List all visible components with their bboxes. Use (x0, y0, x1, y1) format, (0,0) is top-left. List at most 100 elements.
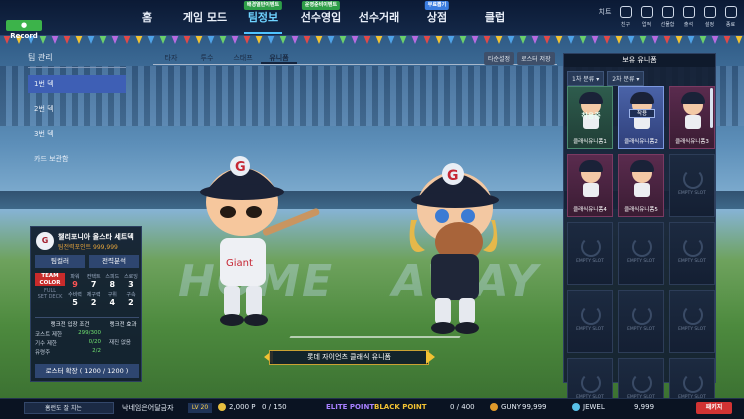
empty-slot[interactable]: EMPTY SLOT (567, 222, 613, 285)
stat-label: 파워 (70, 274, 80, 280)
ranked-condition: 코스트 제한 299/300 (35, 330, 101, 338)
cheat-button[interactable]: 치트 (596, 6, 614, 18)
nav-item-1[interactable]: 게임 모드 (176, 6, 234, 30)
uniform-slot[interactable]: 클래식유니폼5 (618, 154, 664, 217)
sidebar-title: 팀 관리 (28, 52, 126, 68)
jewel-label: JEWEL (572, 403, 605, 411)
laurel-icon (632, 305, 652, 325)
uniform-name-bar: 롯데 자이언츠 클래식 유니폼 (269, 350, 429, 365)
top-navigation-bar: ● Record 홈 게임 모드 팀정보 배경열반이벤트 선수영입 운영준비이벤트 선수거래… (0, 0, 744, 40)
stat-value: 2 (90, 298, 97, 307)
team-deck-card: G 챌리포니아 올스타 세트덱 팀전력포인트 999,999 팀컬러 전력분석 … (30, 226, 142, 382)
top-icon-4[interactable]: 출석 (679, 6, 698, 28)
main-nav: 홈 게임 모드 팀정보 배경열반이벤트 선수영입 운영준비이벤트 선수거래 상점 무료뽑기 클럽 (118, 1, 524, 34)
condition-label: 기수 제한 (35, 341, 57, 347)
nav-item-2[interactable]: 팀정보 배경열반이벤트 (234, 1, 292, 34)
owned-uniform-panel: 보유 유니폼 1차 분류 ▾ 2차 분류 ▾ 착용중 클래식유니폼1 착용 클래식유니… (563, 53, 716, 419)
jewel-amount: 9,999 (634, 403, 655, 411)
top-icon-glyph (661, 6, 674, 18)
filter-primary[interactable]: 1차 분류 ▾ (567, 71, 605, 86)
nav-label: 클럽 (484, 11, 506, 24)
laurel-icon (581, 305, 601, 325)
nav-item-5[interactable]: 상점 무료뽑기 (408, 1, 466, 30)
sidebar-item-deck-0[interactable]: 1번 덱 (28, 75, 126, 93)
stat-label: 스로잉 (124, 274, 138, 280)
top-icon-2[interactable]: 업적 (637, 6, 656, 28)
character-body (583, 183, 599, 197)
empty-slot[interactable]: EMPTY SLOT (567, 290, 613, 353)
character-cap (630, 92, 654, 104)
tab-3[interactable]: 유니폼 (261, 53, 297, 64)
empty-slot[interactable]: EMPTY SLOT (618, 290, 664, 353)
empty-slot[interactable]: EMPTY SLOT (669, 222, 715, 285)
uniform-slot[interactable]: 클래식유니폼4 (567, 154, 613, 217)
home-player-character: G Giant (200, 156, 320, 326)
empty-slot-label: EMPTY SLOT (678, 327, 706, 332)
top-icon-3[interactable]: 선물함 (658, 6, 677, 28)
equip-tag: 착용 (629, 109, 655, 118)
record-button[interactable]: ● Record (6, 20, 42, 40)
stat-label: 수비력 (68, 292, 82, 298)
stat-label: 스피드 (105, 274, 120, 280)
package-button[interactable]: 패키지 (696, 402, 732, 414)
uniform-slot[interactable]: 착용클래식유니폼2 (618, 86, 664, 149)
top-icon-glyph (640, 6, 653, 18)
tab-1[interactable]: 투수 (189, 53, 225, 64)
tab-0[interactable]: 타자 (153, 53, 189, 64)
uniform-name: 클래식유니폼2 (624, 139, 658, 145)
sidebar-item-deck-2[interactable]: 3번 덱 (28, 125, 126, 143)
nav-label: 선수거래 (358, 11, 400, 24)
power-analysis-button[interactable]: 전력분석 (89, 255, 139, 268)
team-color-badge: TEAM COLOR (35, 273, 65, 286)
top-icon-6[interactable]: 종료 (721, 6, 740, 28)
next-uniform-arrow[interactable] (426, 350, 435, 364)
uniform-name: 클래식유니폼1 (573, 139, 607, 145)
laurel-icon (632, 237, 652, 257)
laurel-icon (683, 305, 703, 325)
top-icon-5[interactable]: 설정 (700, 6, 719, 28)
top-icon-label: 종료 (725, 22, 736, 28)
uniform-slot[interactable]: 착용중클래식유니폼1 (567, 86, 613, 149)
empty-slot[interactable]: EMPTY SLOT (618, 222, 664, 285)
nav-item-0[interactable]: 홈 (118, 6, 176, 30)
nav-label: 게임 모드 (182, 11, 228, 24)
away-player-character: G (409, 163, 499, 334)
empty-slot-label: EMPTY SLOT (627, 259, 655, 264)
empty-slot[interactable]: EMPTY SLOT (669, 290, 715, 353)
empty-slot-label: EMPTY SLOT (576, 327, 604, 332)
character-cap (579, 92, 603, 104)
laurel-icon (581, 373, 601, 393)
team-color-button[interactable]: 팀컬러 (35, 255, 85, 268)
svg-text:G: G (235, 160, 246, 175)
stat-value: 8 (109, 280, 116, 289)
sidebar-item-deck-3[interactable]: 카드 보관함 (28, 150, 126, 168)
level-badge: LV 20 (188, 403, 212, 413)
card-divider (35, 317, 139, 318)
character-body (685, 115, 701, 129)
nav-item-6[interactable]: 클럽 (466, 6, 524, 30)
nav-item-3[interactable]: 선수영입 운영준비이벤트 (292, 1, 350, 30)
empty-slot[interactable]: EMPTY SLOT (669, 154, 715, 217)
character-body (634, 183, 650, 197)
chat-button[interactable]: 홈런도 잘 치는 (24, 402, 114, 414)
nav-item-4[interactable]: 선수거래 (350, 6, 408, 30)
top-icon-label: 선물함 (660, 22, 675, 28)
stat-value: 5 (72, 298, 78, 307)
inventory-scrollbar[interactable] (710, 88, 713, 128)
top-icon-1[interactable]: 친구 (616, 6, 635, 28)
uniform-slot[interactable]: 클래식유니폼3 (669, 86, 715, 149)
tab-2[interactable]: 스태프 (225, 53, 261, 64)
batting-order-button[interactable]: 타순설정 (484, 52, 515, 65)
filter-secondary[interactable]: 2차 분류 ▾ (607, 71, 645, 86)
condition-value: 2/2 (92, 348, 101, 354)
roster-expand-button[interactable]: 로스터 확장 ( 1200 / 1200 ) (35, 364, 139, 378)
character-cap (579, 160, 603, 172)
condition-label: 코스트 제한 (35, 332, 63, 338)
save-roster-button[interactable]: 로스터 저장 (517, 52, 555, 65)
full-set-deck-label: FULL SET DECK (37, 288, 63, 300)
team-stats: 파워 컨택트 스피드 스로잉 9 7 8 3 수비력 제구력 구위 구속 5 2 4 2 (68, 273, 138, 307)
nav-label: 상점 (426, 11, 448, 24)
equipped-tag: 착용중 (581, 112, 601, 120)
team-power: 팀전력포인트 999,999 (58, 244, 118, 251)
sidebar-item-deck-1[interactable]: 2번 덱 (28, 100, 126, 118)
